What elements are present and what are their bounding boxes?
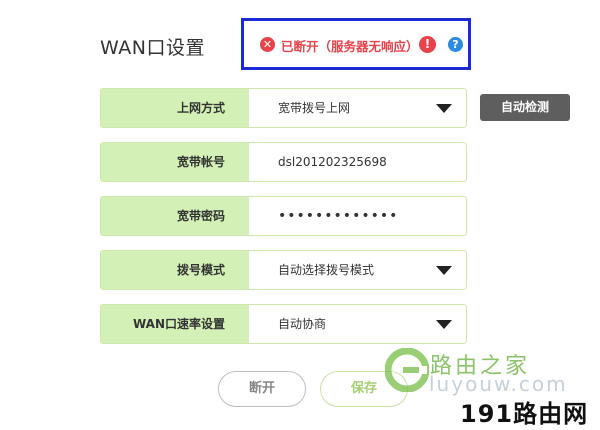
watermark-logo-icon <box>385 348 429 392</box>
watermark: 路由之家 luyouw.com 191路由网 <box>385 348 600 430</box>
exclamation-circle-icon[interactable]: ! <box>419 36 436 53</box>
connection-type-value: 宽带拨号上网 <box>278 101 351 115</box>
connection-type-select[interactable]: 上网方式 宽带拨号上网 <box>100 88 467 128</box>
watermark-domain: 191路由网 <box>460 400 589 428</box>
wan-speed-label: WAN口速率设置 <box>101 305 249 343</box>
auto-detect-button[interactable]: 自动检测 <box>480 94 570 121</box>
password-label: 宽带密码 <box>101 197 249 235</box>
password-field-row: 宽带密码 ••••••••••••• <box>100 196 467 236</box>
wan-speed-value: 自动协商 <box>278 317 327 331</box>
caret-down-icon[interactable] <box>436 266 452 275</box>
caret-down-icon[interactable] <box>436 104 452 113</box>
connection-status-text: 已断开（服务器无响应） <box>281 39 419 54</box>
connection-type-label: 上网方式 <box>101 89 249 127</box>
dial-mode-label: 拨号模式 <box>101 251 249 289</box>
connection-status-panel: ✕ 已断开（服务器无响应） ! ? <box>241 18 471 70</box>
password-input[interactable]: ••••••••••••• <box>278 197 398 235</box>
dial-mode-value: 自动选择拨号模式 <box>278 263 375 277</box>
question-circle-icon[interactable]: ? <box>448 37 463 52</box>
disconnect-button[interactable]: 断开 <box>218 371 306 407</box>
caret-down-icon[interactable] <box>436 320 452 329</box>
x-circle-icon: ✕ <box>260 37 275 52</box>
account-label: 宽带帐号 <box>101 143 249 181</box>
watermark-site: luyouw.com <box>429 372 568 396</box>
account-input[interactable]: dsl201202325698 <box>278 143 387 181</box>
dial-mode-select[interactable]: 拨号模式 自动选择拨号模式 <box>100 250 467 290</box>
page-title: WAN口设置 <box>100 37 205 59</box>
wan-speed-select[interactable]: WAN口速率设置 自动协商 <box>100 304 467 344</box>
account-field-row: 宽带帐号 dsl201202325698 <box>100 142 467 182</box>
